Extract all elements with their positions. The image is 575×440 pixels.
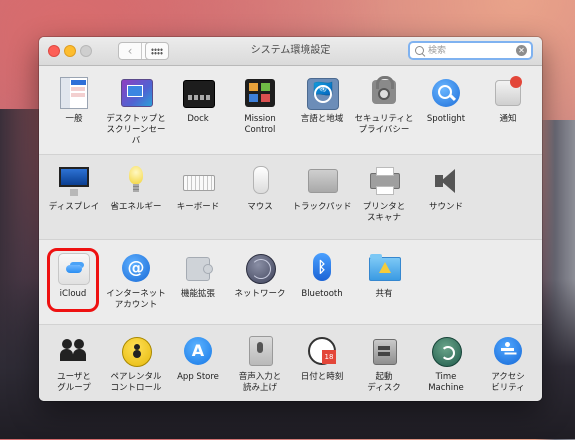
pane-label: Bluetooth [301,289,343,299]
extensions-icon [182,252,214,284]
system-preferences-window: ‹ › システム環境設定 ✕ 一般 デスクトップと スクリーンセーバ Dock … [39,37,542,401]
accessibility-icon [492,335,524,367]
pane-label: セキュリティと プライバシー [354,114,414,135]
pane-label: 機能拡張 [180,289,215,299]
security-privacy-icon [368,76,400,109]
pane-startup-disk[interactable]: 起動 ディスク [353,335,415,394]
pane-label: プリンタと スキャナ [362,202,406,223]
pane-internet-accounts[interactable]: @ インターネット アカウント [105,252,167,311]
pane-label: iCloud [59,289,87,299]
dictation-speech-icon [244,335,276,367]
desktop-screensaver-icon [120,77,153,109]
startup-disk-icon [368,335,400,367]
pane-time-machine[interactable]: Time Machine [415,335,477,394]
sound-icon [430,165,462,197]
pane-label: ユーザと グループ [57,372,91,393]
pane-label: App Store [177,372,219,382]
pane-label: Time Machine [428,372,464,393]
pane-label: Spotlight [426,114,466,124]
parental-controls-icon [120,335,152,367]
title-bar: ‹ › システム環境設定 ✕ [39,37,542,66]
pane-parental-controls[interactable]: ペアレンタル コントロール [105,335,167,394]
pane-label: ディスプレイ [48,202,100,212]
time-machine-icon [430,335,462,367]
pane-label: キーボード [176,202,220,212]
pane-label: 共有 [375,289,393,299]
network-icon [244,252,276,284]
pane-network[interactable]: ネットワーク [229,252,291,300]
pane-label: アクセシ ビリティ [491,372,525,393]
pane-accessibility[interactable]: アクセシ ビリティ [477,335,539,394]
pane-sharing[interactable]: 共有 [353,252,415,300]
pane-app-store[interactable]: A App Store [167,335,229,383]
general-icon [58,77,90,109]
pane-label: 言語と地域 [300,114,344,124]
pane-label: 省エネルギー [110,202,162,212]
dock-icon [182,77,215,109]
pane-printers-scanners[interactable]: プリンタと スキャナ [353,165,415,224]
spotlight-icon [430,77,462,109]
pane-icloud[interactable]: iCloud [42,252,104,300]
pane-mission-control[interactable]: Mission Control [229,77,291,136]
pane-trackpad[interactable]: トラックパッド [291,165,353,213]
preferences-row-personal: 一般 デスクトップと スクリーンセーバ Dock Mission Control… [39,66,542,155]
date-time-icon [306,335,338,367]
language-region-icon [306,77,339,110]
pane-label: ペアレンタル コントロール [110,372,162,393]
pane-notifications[interactable]: 通知 [477,76,539,125]
pane-label: 一般 [65,114,83,124]
pane-label: トラックパッド [292,202,352,212]
search-field[interactable]: ✕ [408,41,533,60]
pane-label: 音声入力と 読み上げ [238,372,282,393]
users-groups-icon [58,335,90,367]
pane-mouse[interactable]: マウス [229,165,291,213]
search-icon [415,46,424,55]
pane-label: ネットワーク [234,289,286,299]
pane-date-time[interactable]: 日付と時刻 [291,335,353,383]
icloud-icon [57,252,90,285]
pane-bluetooth[interactable]: ᛒ Bluetooth [291,252,353,300]
internet-accounts-icon: @ [120,252,152,284]
pane-label: 通知 [499,114,517,124]
notifications-icon [492,76,524,109]
mission-control-icon [244,77,276,109]
pane-label: 起動 ディスク [367,372,401,393]
preferences-row-system: ユーザと グループ ペアレンタル コントロール A App Store 音声入力… [39,325,542,401]
pane-label: デスクトップと スクリーンセーバ [106,114,166,146]
sharing-icon [368,252,401,284]
pane-displays[interactable]: ディスプレイ [43,165,105,213]
clear-search-icon[interactable]: ✕ [516,45,527,56]
pane-general[interactable]: 一般 [43,77,105,125]
pane-language-region[interactable]: 言語と地域 [291,77,353,125]
trackpad-icon [306,165,338,197]
pane-label: インターネット アカウント [106,289,166,310]
energy-saver-icon [120,165,152,197]
pane-label: マウス [247,202,273,212]
pane-users-groups[interactable]: ユーザと グループ [43,335,105,394]
bluetooth-icon: ᛒ [306,252,338,284]
keyboard-icon [182,165,215,197]
pane-label: 日付と時刻 [300,372,344,382]
pane-desktop-screensaver[interactable]: デスクトップと スクリーンセーバ [105,77,167,147]
pane-label: Mission Control [244,114,276,135]
displays-icon [58,165,90,197]
pane-sound[interactable]: サウンド [415,165,477,213]
pane-security-privacy[interactable]: セキュリティと プライバシー [353,76,415,136]
pane-dictation-speech[interactable]: 音声入力と 読み上げ [229,335,291,394]
preferences-row-internet: iCloud @ インターネット アカウント 機能拡張 ネットワーク ᛒ Blu… [39,240,542,325]
pane-energy-saver[interactable]: 省エネルギー [105,165,167,213]
pane-label: Dock [187,114,209,124]
preferences-row-hardware: ディスプレイ 省エネルギー キーボード マウス トラックパッド プリンタと スキ… [39,155,542,240]
search-input[interactable] [428,43,508,58]
mouse-icon [244,165,276,197]
pane-extensions[interactable]: 機能拡張 [167,252,229,300]
pane-dock[interactable]: Dock [167,77,229,125]
printers-scanners-icon [368,165,400,197]
pane-spotlight[interactable]: Spotlight [415,77,477,125]
pane-keyboard[interactable]: キーボード [167,165,229,213]
app-store-icon: A [182,335,214,367]
pane-label: サウンド [428,202,463,212]
